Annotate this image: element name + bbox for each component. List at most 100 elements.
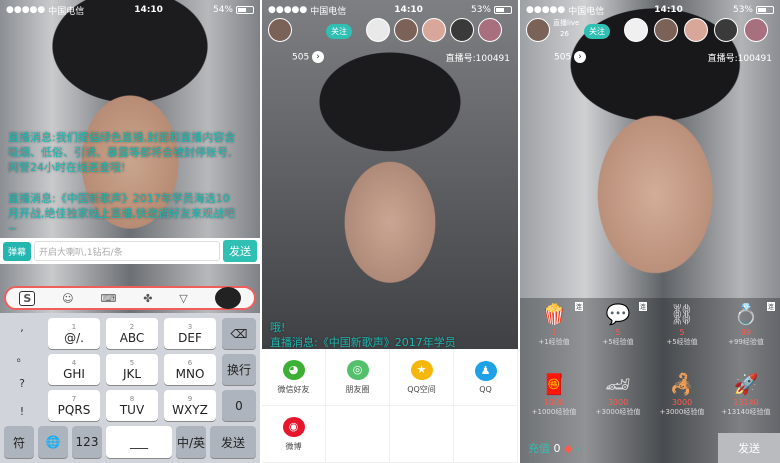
rocket-icon: 🚀 [733,372,759,396]
gift-item[interactable]: 🦂 3000 +3000经验值 [650,370,714,432]
delete-key[interactable]: ⌫ [222,318,256,349]
host-avatar[interactable] [268,18,292,42]
number-key[interactable]: 123 [72,426,102,458]
handcuffs-icon: ⛓ [669,302,695,326]
diamond-balance: 0 [553,442,561,455]
share-label: 微信好友 [277,384,310,394]
battery-icon [755,6,774,14]
key-2[interactable]: 2 ABC [106,318,158,349]
viewer-avatar[interactable] [624,18,648,42]
key-sub: 7 [71,394,77,403]
gift-item[interactable]: 连 💍 99 +99经验值 [714,300,778,362]
battery-icon [493,6,512,14]
share-wechat[interactable]: ◕ 微信好友 [262,349,326,406]
follow-button[interactable]: 关注 [326,24,352,39]
chat-input-bar: 弹幕 开启大喇叭,1钻石/条 发送 [0,238,260,264]
carrier: 中国电信 [568,6,605,17]
viewer-avatar[interactable] [366,18,390,42]
gift-item[interactable]: ⛓ 5 +5经验值 [650,300,714,362]
emoji-icon[interactable]: ☺ [62,292,73,305]
gift-exp: +1经验值 [538,338,570,346]
gift-item[interactable]: 🚀 13140 +13140经验值 [714,370,778,432]
symbol-key[interactable]: 符 [4,426,34,458]
host-avatar[interactable] [526,18,550,42]
viewer-count[interactable]: 505 › [554,51,587,63]
viewer-avatar[interactable] [478,18,502,42]
key-3[interactable]: 3 DEF [164,318,216,349]
share-weibo[interactable]: ◉ 微博 [262,406,326,463]
phone-share-screen: ●●●●● 中国电信 14:10 53% 关注 505 › 直播号:100491 … [262,0,518,463]
qzone-icon: ★ [410,359,433,380]
viewer-avatar[interactable] [744,18,768,42]
share-qq[interactable]: ♟ QQ [454,349,518,406]
key-label: JKL [122,366,142,381]
signal-dots: ●●●●● [6,5,46,15]
gift-exp: +3000经验值 [659,408,705,416]
gift-item[interactable]: 🏎 3000 +3000经验值 [586,370,650,432]
punct-key[interactable]: 。 [4,349,40,365]
keyboard-send-key[interactable]: 发送 [210,426,256,458]
keyboard-toolbar: S ☺ ⌨ ✤ ▽ [4,286,256,310]
key-8[interactable]: 8 TUV [106,390,158,421]
room-id: 直播号:100491 [707,54,772,64]
ring-icon: 💍 [733,302,759,326]
share-empty [326,406,390,463]
gift-exp: +13140经验值 [721,408,771,416]
globe-icon[interactable]: 🌐 [38,426,68,458]
clover-icon[interactable]: ✤ [143,292,152,305]
bear-mascot-icon [214,287,241,309]
gift-item[interactable]: 连 💬 5 +5经验值 [586,300,650,362]
gift-price: 5 [679,328,685,337]
key-sub: 8 [129,394,135,403]
zero-key[interactable]: 0 [222,390,256,421]
key-1[interactable]: 1 @/. [48,318,100,349]
key-5[interactable]: 5 JKL [106,354,158,385]
share-moments[interactable]: ◎ 朋友圈 [326,349,390,406]
key-sub: 4 [71,358,77,367]
follow-button[interactable]: 关注 [584,24,610,39]
clock: 14:10 [654,5,683,15]
share-empty [390,406,454,463]
signal-dots: ●●●●● [526,5,566,15]
viewer-avatar[interactable] [684,18,708,42]
key-4[interactable]: 4 GHI [48,354,100,385]
viewer-avatar[interactable] [714,18,738,42]
language-key[interactable]: 中/英 [176,426,206,458]
punct-key[interactable]: ! [4,405,40,418]
share-label: QQ空间 [407,384,436,394]
viewer-count[interactable]: 505 › [292,51,325,63]
weibo-icon: ◉ [282,416,305,437]
gift-item[interactable]: 🧧 1000 +1000经验值 [522,370,586,432]
danmu-toggle[interactable]: 弹幕 [3,241,32,261]
space-key[interactable]: ___ [106,426,172,458]
share-qzone[interactable]: ★ QQ空间 [390,349,454,406]
keyboard-icon[interactable]: ⌨ [100,292,116,305]
viewer-avatar[interactable] [394,18,418,42]
key-9[interactable]: 9 WXYZ [164,390,216,421]
key-sub: 2 [129,322,135,331]
carrier: 中国电信 [310,6,347,17]
gift-send-button[interactable]: 发送 [718,433,780,463]
viewer-avatar[interactable] [450,18,474,42]
gift-exp: +1000经验值 [531,408,577,416]
key-7[interactable]: 7 PQRS [48,390,100,421]
wechat-icon: ◕ [282,359,305,380]
chat-input[interactable]: 开启大喇叭,1钻石/条 [34,241,220,261]
gift-item[interactable]: 连 🍿 1 +1经验值 [522,300,586,362]
viewer-avatar[interactable] [422,18,446,42]
send-button[interactable]: 发送 [223,240,257,262]
chevron-right-icon: › [574,51,587,63]
punct-key[interactable]: , [4,321,40,334]
recharge-button[interactable]: 充值 0 ◆ › [520,440,580,456]
combo-tag: 连 [574,302,583,311]
key-sub: 9 [187,394,193,403]
sogou-logo-icon[interactable]: S [19,290,36,306]
key-6[interactable]: 6 MNO [164,354,216,385]
gift-price: 99 [740,328,752,337]
viewer-avatar[interactable] [654,18,678,42]
collapse-icon[interactable]: ▽ [179,292,187,305]
key-label: ABC [119,330,145,345]
punct-key[interactable]: ? [4,377,40,390]
room-id: 直播号:100491 [445,54,510,64]
newline-key[interactable]: 换行 [222,354,256,385]
